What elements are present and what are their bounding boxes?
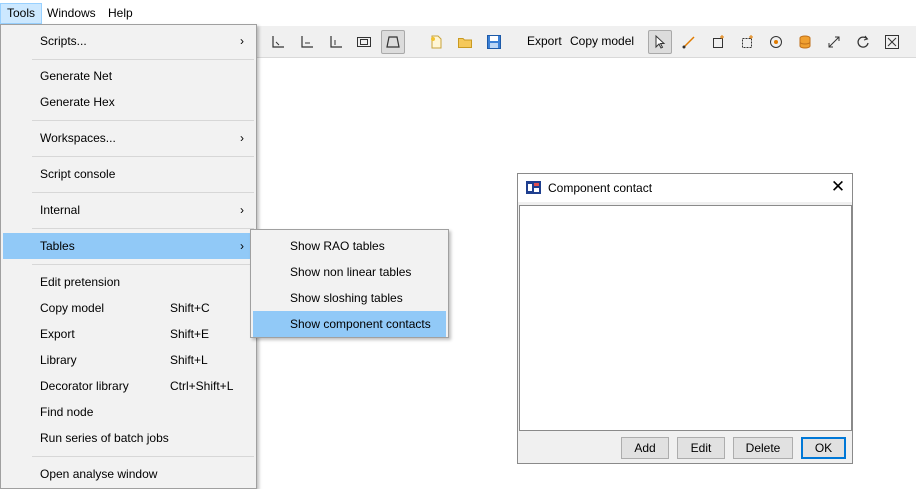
menu-item-label: Find node xyxy=(40,405,94,419)
pointer-icon[interactable] xyxy=(648,30,672,54)
menu-item-label: Run series of batch jobs xyxy=(40,431,169,445)
chevron-right-icon: › xyxy=(240,131,244,145)
frame-icon[interactable] xyxy=(352,30,376,54)
menubar: Tools Windows Help xyxy=(0,0,916,26)
grid-rectangle-icon[interactable] xyxy=(735,30,759,54)
add-button[interactable]: Add xyxy=(621,437,669,459)
dialog-titlebar[interactable]: Component contact ✕ xyxy=(518,174,852,202)
chevron-right-icon: › xyxy=(240,34,244,48)
menu-tools[interactable]: Tools xyxy=(0,3,43,24)
menu-item-label: Library xyxy=(40,353,77,367)
menu-separator xyxy=(32,192,254,193)
menu-item-label: Workspaces... xyxy=(40,131,116,145)
delete-button[interactable]: Delete xyxy=(733,437,793,459)
submenu-item-label: Show sloshing tables xyxy=(290,291,403,305)
resize-icon[interactable] xyxy=(822,30,846,54)
component-contact-dialog: Component contact ✕ Add Edit Delete OK xyxy=(517,173,853,464)
menu-item-script-console[interactable]: Script console xyxy=(3,161,254,187)
menu-item-label: Export xyxy=(40,327,75,341)
submenu-item-sloshing-tables[interactable]: Show sloshing tables xyxy=(253,285,446,311)
rotate-icon[interactable] xyxy=(851,30,875,54)
chevron-right-icon: › xyxy=(240,239,244,253)
menu-item-run-batch-jobs[interactable]: Run series of batch jobs xyxy=(3,425,254,451)
open-folder-icon[interactable] xyxy=(453,30,477,54)
menu-item-label: Tables xyxy=(40,239,75,253)
zoom-fit-icon[interactable] xyxy=(880,30,904,54)
ok-button[interactable]: OK xyxy=(801,437,846,459)
menu-item-scripts[interactable]: Scripts... › xyxy=(3,28,254,54)
menu-item-internal[interactable]: Internal › xyxy=(3,197,254,223)
menu-separator xyxy=(32,264,254,265)
menu-item-edit-pretension[interactable]: Edit pretension xyxy=(3,269,254,295)
menu-item-label: Internal xyxy=(40,203,81,217)
export-toolbar-button[interactable]: Export xyxy=(527,34,562,48)
submenu-item-label: Show non linear tables xyxy=(290,265,412,279)
menu-item-label: Generate Net xyxy=(40,69,113,83)
menu-item-generate-net[interactable]: Generate Net xyxy=(3,63,254,89)
menu-help[interactable]: Help xyxy=(102,3,139,24)
new-file-icon[interactable] xyxy=(424,30,448,54)
shortcut-label: Shift+E xyxy=(170,327,210,341)
menu-separator xyxy=(32,156,254,157)
menu-separator xyxy=(32,456,254,457)
component-contact-list[interactable] xyxy=(519,205,852,431)
menu-item-label: Copy model xyxy=(40,301,105,315)
axis-icon[interactable] xyxy=(266,30,290,54)
database-icon[interactable] xyxy=(793,30,817,54)
menu-separator xyxy=(32,59,254,60)
shortcut-label: Shift+C xyxy=(170,301,210,315)
menu-windows[interactable]: Windows xyxy=(41,3,102,24)
shortcut-label: Ctrl+Shift+L xyxy=(170,379,234,393)
menu-item-copy-model[interactable]: Copy model Shift+C xyxy=(3,295,254,321)
toolbar: Export Copy model xyxy=(257,26,916,58)
submenu-item-label: Show component contacts xyxy=(290,317,431,331)
axis-icon[interactable] xyxy=(324,30,348,54)
save-icon[interactable] xyxy=(482,30,506,54)
menu-item-library[interactable]: Library Shift+L xyxy=(3,347,254,373)
menu-item-tables[interactable]: Tables › xyxy=(3,233,254,259)
tables-submenu: Show RAO tables Show non linear tables S… xyxy=(250,229,449,338)
menu-item-label: Open analyse window xyxy=(40,467,158,481)
dialog-title: Component contact xyxy=(548,181,653,195)
rectangle-icon[interactable] xyxy=(706,30,730,54)
submenu-item-component-contacts[interactable]: Show component contacts xyxy=(253,311,446,337)
menu-separator xyxy=(32,228,254,229)
menu-item-label: Edit pretension xyxy=(40,275,121,289)
menu-item-open-analyse-window[interactable]: Open analyse window xyxy=(3,461,254,487)
submenu-item-rao-tables[interactable]: Show RAO tables xyxy=(253,233,446,259)
submenu-item-label: Show RAO tables xyxy=(290,239,385,253)
menu-item-label: Script console xyxy=(40,167,116,181)
line-icon[interactable] xyxy=(677,30,701,54)
menu-item-workspaces[interactable]: Workspaces... › xyxy=(3,125,254,151)
menu-item-label: Scripts... xyxy=(40,34,87,48)
menu-item-generate-hex[interactable]: Generate Hex xyxy=(3,89,254,115)
submenu-item-non-linear-tables[interactable]: Show non linear tables xyxy=(253,259,446,285)
fit-icon[interactable] xyxy=(381,30,405,54)
copy-model-toolbar-button[interactable]: Copy model xyxy=(570,34,634,48)
close-icon[interactable]: ✕ xyxy=(830,178,846,195)
app-icon xyxy=(526,181,541,194)
edit-button[interactable]: Edit xyxy=(677,437,725,459)
axis-icon[interactable] xyxy=(295,30,319,54)
menu-item-decorator-library[interactable]: Decorator library Ctrl+Shift+L xyxy=(3,373,254,399)
menu-item-export[interactable]: Export Shift+E xyxy=(3,321,254,347)
menu-item-find-node[interactable]: Find node xyxy=(3,399,254,425)
chevron-right-icon: › xyxy=(240,203,244,217)
menu-item-label: Decorator library xyxy=(40,379,129,393)
target-icon[interactable] xyxy=(764,30,788,54)
menu-item-label: Generate Hex xyxy=(40,95,115,109)
menu-separator xyxy=(32,120,254,121)
shortcut-label: Shift+L xyxy=(170,353,208,367)
tools-menu: Scripts... › Generate Net Generate Hex W… xyxy=(0,24,257,489)
